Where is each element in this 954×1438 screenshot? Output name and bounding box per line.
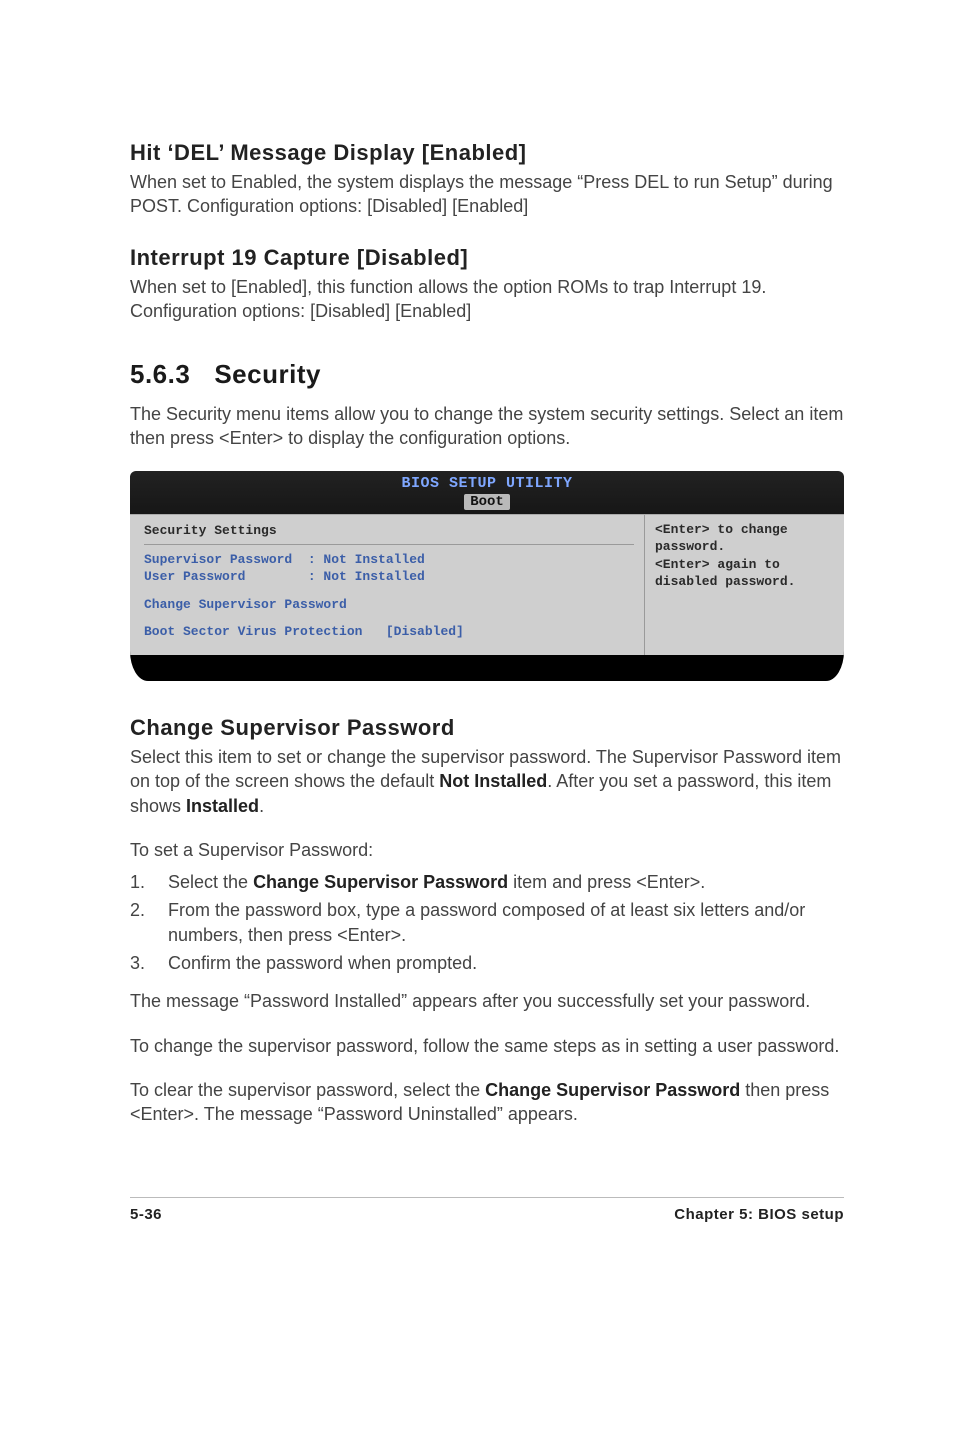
change-sup-p3: The message “Password Installed” appears… xyxy=(130,989,844,1013)
bios-section-header: Security Settings xyxy=(144,521,634,542)
step-number: 1. xyxy=(130,870,168,894)
change-sup-p2: To set a Supervisor Password: xyxy=(130,838,844,862)
bios-row-supervisor: Supervisor Password : Not Installed xyxy=(144,551,634,569)
heading-int19: Interrupt 19 Capture [Disabled] xyxy=(130,245,844,271)
text-fragment: Select the xyxy=(168,872,253,892)
text-fragment: To clear the supervisor password, select… xyxy=(130,1080,485,1100)
bios-row-boot-sector: Boot Sector Virus Protection [Disabled] xyxy=(144,623,634,641)
text-bold: Installed xyxy=(186,796,259,816)
bios-row-user: User Password : Not Installed xyxy=(144,568,634,586)
heading-change-supervisor: Change Supervisor Password xyxy=(130,715,844,741)
change-sup-p4: To change the supervisor password, follo… xyxy=(130,1034,844,1058)
step-item: 1. Select the Change Supervisor Password… xyxy=(130,870,844,894)
heading-security: 5.6.3 Security xyxy=(130,359,844,390)
body-int19: When set to [Enabled], this function all… xyxy=(130,275,844,324)
step-text: Select the Change Supervisor Password it… xyxy=(168,870,844,894)
bios-screenshot: BIOS SETUP UTILITY Boot Security Setting… xyxy=(130,471,844,681)
page-number: 5-36 xyxy=(130,1206,162,1223)
page-footer: 5-36 Chapter 5: BIOS setup xyxy=(130,1197,844,1223)
body-hit-del: When set to Enabled, the system displays… xyxy=(130,170,844,219)
bios-title: BIOS SETUP UTILITY xyxy=(130,471,844,492)
section-title: Security xyxy=(214,359,321,389)
steps-list: 1. Select the Change Supervisor Password… xyxy=(130,870,844,975)
bios-tab-bar: Boot xyxy=(130,492,844,514)
chapter-label: Chapter 5: BIOS setup xyxy=(674,1206,844,1223)
step-item: 3. Confirm the password when prompted. xyxy=(130,951,844,975)
change-sup-p1: Select this item to set or change the su… xyxy=(130,745,844,818)
change-sup-p5: To clear the supervisor password, select… xyxy=(130,1078,844,1127)
heading-hit-del: Hit ‘DEL’ Message Display [Enabled] xyxy=(130,140,844,166)
step-item: 2. From the password box, type a passwor… xyxy=(130,898,844,947)
text-fragment: . xyxy=(259,796,264,816)
step-text: Confirm the password when prompted. xyxy=(168,951,844,975)
section-number: 5.6.3 xyxy=(130,359,190,389)
step-text: From the password box, type a password c… xyxy=(168,898,844,947)
step-number: 2. xyxy=(130,898,168,947)
bios-help-pane: <Enter> to change password. <Enter> agai… xyxy=(644,515,844,655)
body-security-intro: The Security menu items allow you to cha… xyxy=(130,402,844,451)
bios-left-pane: Security Settings Supervisor Password : … xyxy=(130,515,644,655)
bios-row-change-supervisor: Change Supervisor Password xyxy=(144,596,634,614)
text-bold: Change Supervisor Password xyxy=(253,872,508,892)
text-bold: Change Supervisor Password xyxy=(485,1080,740,1100)
text-bold: Not Installed xyxy=(439,771,547,791)
bios-tab-boot: Boot xyxy=(464,494,510,510)
step-number: 3. xyxy=(130,951,168,975)
text-fragment: item and press <Enter>. xyxy=(508,872,705,892)
